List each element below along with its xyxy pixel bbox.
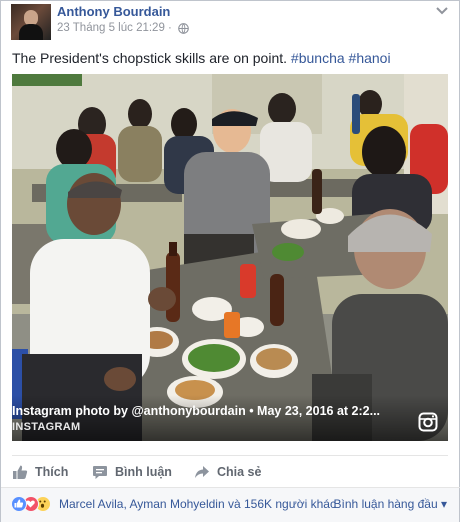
comment-button[interactable]: Bình luận (92, 462, 172, 482)
reaction-icons[interactable] (11, 496, 59, 512)
post-photo[interactable] (12, 74, 448, 441)
comment-sort-dropdown[interactable]: Bình luận hàng đầu ▾ (334, 497, 447, 511)
post-card: Anthony Bourdain 23 Tháng 5 lúc 21:29 · … (0, 0, 460, 522)
author-name[interactable]: Anthony Bourdain (57, 4, 170, 19)
comment-label: Bình luận (115, 465, 172, 479)
instagram-icon[interactable] (418, 412, 438, 432)
like-button[interactable]: Thích (12, 462, 68, 482)
post-timestamp[interactable]: 23 Tháng 5 lúc 21:29 · (57, 22, 172, 34)
reactions-summary[interactable]: Marcel Avila, Ayman Mohyeldin và 156K ng… (59, 497, 336, 511)
like-icon (11, 496, 27, 512)
divider (12, 455, 448, 456)
thumbs-up-icon (13, 465, 28, 479)
chevron-down-icon[interactable] (435, 6, 449, 16)
like-label: Thích (35, 465, 69, 479)
hashtag-hanoi[interactable]: #hanoi (349, 50, 391, 66)
globe-icon (178, 23, 189, 34)
post-header: Anthony Bourdain 23 Tháng 5 lúc 21:29 · (11, 3, 451, 40)
photo-caption[interactable]: Instagram photo by @anthonybourdain • Ma… (12, 404, 412, 418)
hashtag-buncha[interactable]: #buncha (291, 50, 345, 66)
comment-icon (93, 466, 107, 479)
author-avatar[interactable] (11, 4, 51, 40)
share-icon (195, 466, 209, 478)
post-text: The President's chopstick skills are on … (12, 50, 452, 66)
photo-illustration (12, 74, 448, 441)
share-button[interactable]: Chia sẻ (194, 462, 261, 482)
reactions-bar: Marcel Avila, Ayman Mohyeldin và 156K ng… (1, 488, 459, 522)
post-text-body: The President's chopstick skills are on … (12, 50, 291, 66)
photo-source-label: INSTAGRAM (12, 421, 81, 433)
share-label: Chia sẻ (217, 465, 262, 479)
